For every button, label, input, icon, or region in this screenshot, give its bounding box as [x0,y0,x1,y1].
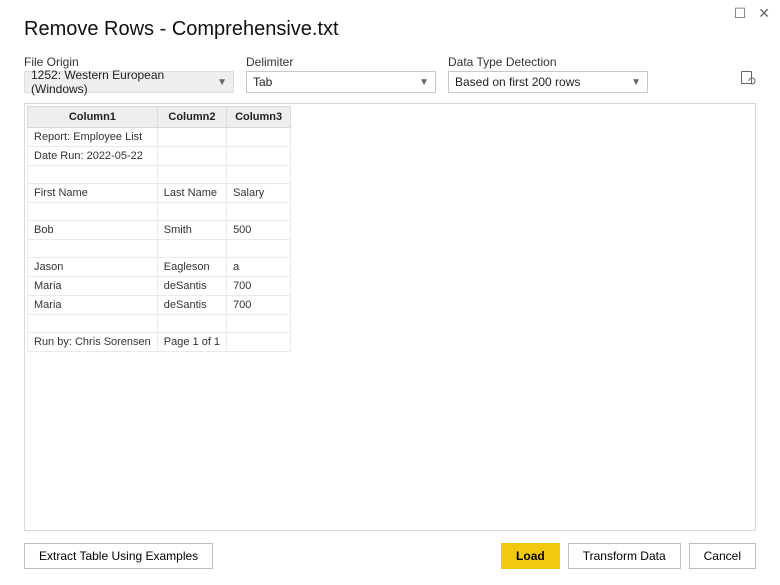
table-cell [28,315,158,333]
chevron-down-icon: ▼ [217,77,227,88]
close-icon[interactable]: ✕ [758,6,770,20]
table-cell [227,333,291,352]
table-cell: Maria [28,296,158,315]
table-cell [157,147,226,166]
chevron-down-icon: ▼ [631,77,641,88]
table-cell: 700 [227,296,291,315]
delimiter-value: Tab [253,75,272,89]
table-cell: deSantis [157,277,226,296]
table-cell [28,203,158,221]
table-row: Run by: Chris SorensenPage 1 of 1 [28,333,291,352]
table-row: Report: Employee List [28,128,291,147]
column-header[interactable]: Column1 [28,107,158,128]
table-row [28,203,291,221]
table-cell: First Name [28,184,158,203]
table-cell: 500 [227,221,291,240]
delimiter-control: Delimiter Tab ▼ [246,55,436,93]
refresh-icon[interactable] [740,70,756,93]
table-row: JasonEaglesona [28,258,291,277]
table-cell: Jason [28,258,158,277]
import-dialog: ☐ ✕ Remove Rows - Comprehensive.txt File… [0,0,780,585]
table-row: MariadeSantis700 [28,296,291,315]
table-cell: a [227,258,291,277]
file-origin-control: File Origin 1252: Western European (Wind… [24,55,234,93]
table-cell [157,240,226,258]
window-controls: ☐ ✕ [734,6,770,20]
datatype-detection-dropdown[interactable]: Based on first 200 rows ▼ [448,71,648,93]
table-cell: Eagleson [157,258,226,277]
file-origin-dropdown[interactable]: 1252: Western European (Windows) ▼ [24,71,234,93]
maximize-icon[interactable]: ☐ [734,6,747,20]
table-cell: Run by: Chris Sorensen [28,333,158,352]
file-origin-value: 1252: Western European (Windows) [31,68,211,96]
table-cell [157,315,226,333]
table-cell: Smith [157,221,226,240]
table-row: Date Run: 2022-05-22 [28,147,291,166]
table-cell [28,240,158,258]
table-cell [227,203,291,221]
cancel-button[interactable]: Cancel [689,543,756,569]
datatype-detection-control: Data Type Detection Based on first 200 r… [448,55,648,93]
table-header-row: Column1Column2Column3 [28,107,291,128]
table-row: First NameLast NameSalary [28,184,291,203]
options-row: File Origin 1252: Western European (Wind… [24,55,756,93]
table-cell: Report: Employee List [28,128,158,147]
table-cell [227,315,291,333]
table-row [28,315,291,333]
table-row: BobSmith500 [28,221,291,240]
table-cell [227,147,291,166]
table-cell [28,166,158,184]
preview-table: Column1Column2Column3 Report: Employee L… [27,106,291,352]
table-cell: 700 [227,277,291,296]
column-header[interactable]: Column3 [227,107,291,128]
delimiter-label: Delimiter [246,55,436,69]
table-cell: Maria [28,277,158,296]
table-row [28,166,291,184]
table-cell: Last Name [157,184,226,203]
table-cell: Bob [28,221,158,240]
extract-table-button[interactable]: Extract Table Using Examples [24,543,213,569]
load-button[interactable]: Load [501,543,560,569]
table-cell [227,166,291,184]
table-cell [157,166,226,184]
table-cell [157,128,226,147]
table-cell: Page 1 of 1 [157,333,226,352]
column-header[interactable]: Column2 [157,107,226,128]
datatype-detection-label: Data Type Detection [448,55,648,69]
dialog-title: Remove Rows - Comprehensive.txt [24,18,756,41]
table-row: MariadeSantis700 [28,277,291,296]
table-cell [157,203,226,221]
table-row [28,240,291,258]
footer: Extract Table Using Examples Load Transf… [24,543,756,569]
file-origin-label: File Origin [24,55,234,69]
table-cell [227,240,291,258]
table-cell: deSantis [157,296,226,315]
preview-area: Column1Column2Column3 Report: Employee L… [24,103,756,531]
datatype-detection-value: Based on first 200 rows [455,75,580,89]
table-cell: Salary [227,184,291,203]
delimiter-dropdown[interactable]: Tab ▼ [246,71,436,93]
table-cell [227,128,291,147]
transform-data-button[interactable]: Transform Data [568,543,681,569]
table-cell: Date Run: 2022-05-22 [28,147,158,166]
chevron-down-icon: ▼ [419,77,429,88]
